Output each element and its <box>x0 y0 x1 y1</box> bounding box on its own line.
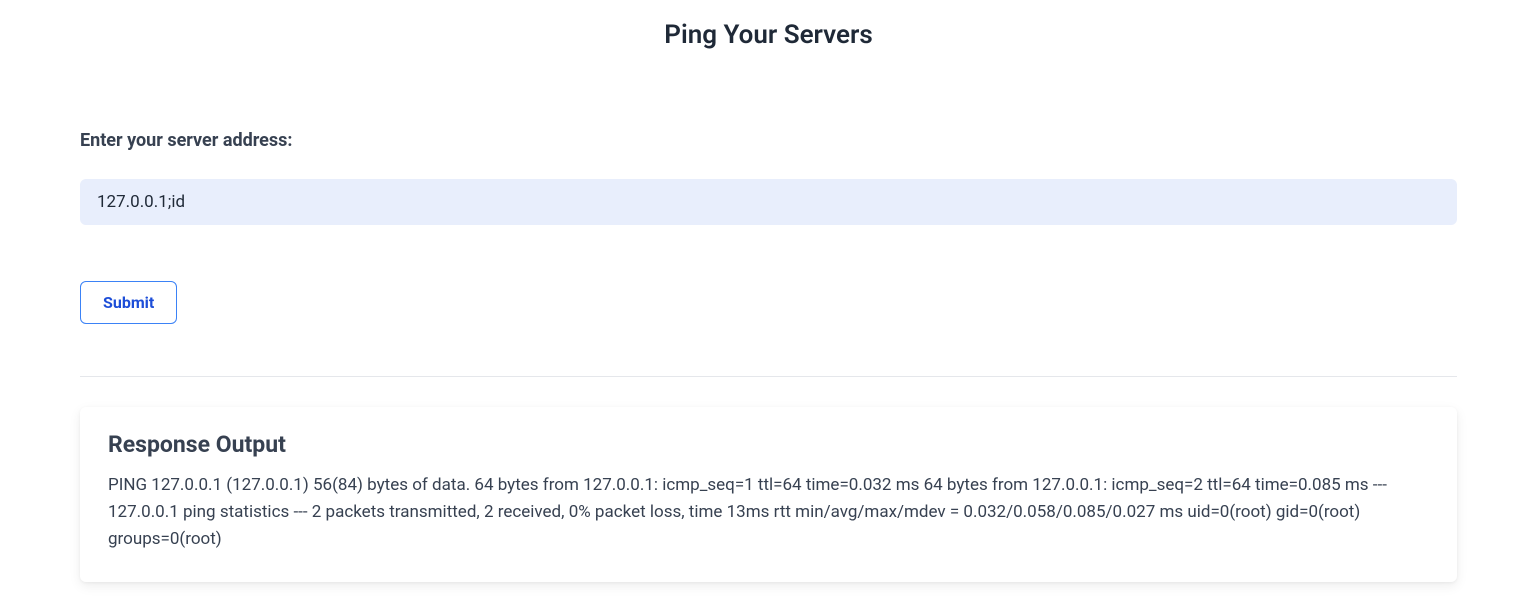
submit-button[interactable]: Submit <box>80 281 177 324</box>
page-title: Ping Your Servers <box>0 0 1537 60</box>
response-body: PING 127.0.0.1 (127.0.0.1) 56(84) bytes … <box>108 472 1429 554</box>
response-heading: Response Output <box>108 431 1429 458</box>
main-container: Enter your server address: Submit Respon… <box>0 130 1537 582</box>
form-section: Enter your server address: Submit <box>80 130 1457 324</box>
response-card: Response Output PING 127.0.0.1 (127.0.0.… <box>80 407 1457 582</box>
divider <box>80 376 1457 377</box>
server-address-input[interactable] <box>80 179 1457 225</box>
server-address-label: Enter your server address: <box>80 130 1457 151</box>
